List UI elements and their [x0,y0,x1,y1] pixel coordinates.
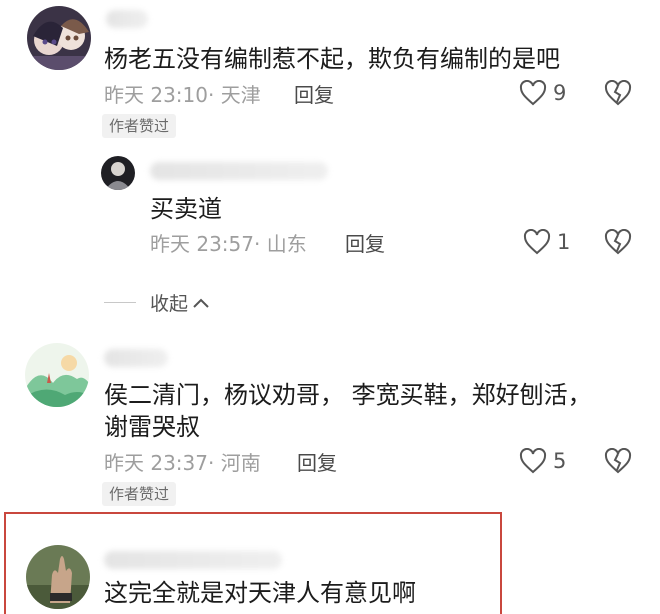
meta-separator: · [208,83,221,107]
comment-location: 天津 [220,83,261,107]
meta-separator: · [254,232,267,256]
heart-outline-icon [523,229,551,255]
chevron-up-icon [193,298,209,308]
collapse-replies-button[interactable]: 收起 [104,289,211,316]
like-button[interactable]: 1 [523,229,570,255]
divider-line [104,302,136,303]
avatar[interactable] [25,343,89,407]
reply-avatar[interactable] [101,156,135,190]
avatar[interactable] [27,6,91,70]
comment-time: 昨天 23:10 [104,83,208,107]
comment-text: 杨老五没有编制惹不起，欺负有编制的是吧 [104,45,560,73]
reply-username-blurred[interactable] [150,162,328,180]
dislike-button[interactable] [604,447,632,478]
comment-meta: 昨天 23:37· 河南 [104,450,261,476]
like-count: 5 [553,449,567,473]
reply-location: 山东 [266,232,307,256]
broken-heart-icon [604,447,632,474]
meta-separator: · [208,451,221,475]
reply-time: 昨天 23:57 [150,232,254,256]
like-count: 9 [553,81,567,105]
like-button[interactable]: 5 [519,448,566,474]
reply-button[interactable]: 回复 [345,231,385,257]
heart-outline-icon [519,80,547,106]
comment-text-line2: 谢雷哭叔 [104,413,200,441]
comment-location: 河南 [220,451,261,475]
heart-outline-icon [519,448,547,474]
reply-text: 买卖道 [150,195,222,223]
like-count: 1 [557,230,571,254]
broken-heart-icon [604,228,632,255]
dislike-button[interactable] [604,79,632,110]
username-blurred[interactable] [104,349,168,367]
username-blurred[interactable] [104,551,282,569]
comment-meta: 昨天 23:10· 天津 [104,82,261,108]
author-liked-badge: 作者赞过 [102,114,177,138]
author-liked-badge: 作者赞过 [102,482,177,506]
broken-heart-icon [604,79,632,106]
like-button[interactable]: 9 [519,80,566,106]
reply-meta: 昨天 23:57· 山东 [150,231,307,257]
username-blurred[interactable] [106,10,148,28]
comment-text: 侯二清门，杨议劝哥， 李宽买鞋，郑好刨活， [104,381,592,409]
comment-time: 昨天 23:37 [104,451,208,475]
avatar[interactable] [26,545,90,609]
reply-button[interactable]: 回复 [297,450,337,476]
collapse-label: 收起 [150,293,189,315]
comment-text: 这完全就是对天津人有意见啊 [104,579,416,607]
dislike-button[interactable] [604,228,632,259]
reply-button[interactable]: 回复 [294,82,334,108]
